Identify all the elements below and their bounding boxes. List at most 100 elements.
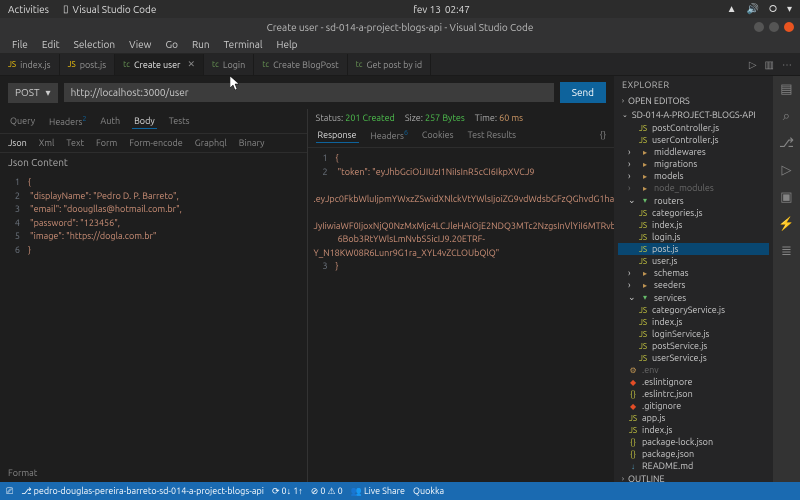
menu-caret-icon[interactable]: ▾ (787, 3, 792, 15)
app-indicator[interactable]: ▯Visual Studio Code (63, 3, 156, 15)
tree-item[interactable]: JScategories.js (618, 207, 769, 219)
reqtab-headers[interactable]: Headers2 (47, 113, 88, 129)
maximize-button[interactable] (769, 22, 779, 32)
volume-icon[interactable]: 🔊 (747, 3, 759, 15)
http-method-select[interactable]: POST▾ (8, 83, 58, 103)
menu-view[interactable]: View (123, 37, 157, 52)
bodytab-xml[interactable]: Xml (39, 138, 55, 148)
tree-item[interactable]: ›▸middlewares (618, 146, 769, 158)
tree-item[interactable]: JSpostController.js (618, 122, 769, 134)
bodytab-form-encode[interactable]: Form-encode (129, 138, 183, 148)
bodytab-form[interactable]: Form (96, 138, 117, 148)
braces-icon[interactable]: {} (600, 130, 606, 140)
tree-item[interactable]: ⚙.env (618, 364, 769, 376)
search-icon[interactable]: ⌕ (783, 109, 790, 124)
tree-item[interactable]: JSindex.js (618, 316, 769, 328)
tab-create-user[interactable]: tcCreate user✕ (115, 54, 204, 75)
tree-item[interactable]: ⌄▾routers (618, 194, 769, 207)
bodytab-binary[interactable]: Binary (239, 138, 265, 148)
send-button[interactable]: Send (560, 82, 606, 103)
menu-file[interactable]: File (6, 37, 34, 52)
thunder-icon[interactable]: ⚡ (778, 217, 794, 232)
tree-item[interactable]: ›▸migrations (618, 158, 769, 170)
menu-selection[interactable]: Selection (68, 37, 121, 52)
files-icon[interactable]: ▤ (780, 82, 792, 97)
bodytab-text[interactable]: Text (66, 138, 84, 148)
power-icon[interactable]: ⭘ (769, 3, 777, 15)
tree-item[interactable]: ›▸models (618, 170, 769, 182)
close-window-button[interactable] (784, 22, 794, 32)
tree-item[interactable]: JSpostService.js (618, 340, 769, 352)
resptab-test-results[interactable]: Test Results (466, 128, 518, 142)
sync-status[interactable]: ⟳ 0↓ 1↑ (272, 486, 303, 497)
folder-icon: ▸ (640, 160, 650, 169)
quokka-status[interactable]: Quokka (413, 486, 444, 496)
tab-login[interactable]: tcLogin (204, 54, 254, 75)
tree-item[interactable]: ↓README.md (618, 460, 769, 472)
tree-item[interactable]: ›▸seeders (618, 279, 769, 291)
js-icon: JS (638, 318, 648, 327)
reqtab-query[interactable]: Query (8, 114, 37, 128)
extensions-icon[interactable]: ▣ (780, 190, 792, 205)
reqtab-auth[interactable]: Auth (98, 114, 122, 128)
debug-icon[interactable]: ▷ (781, 163, 791, 178)
bodytab-graphql[interactable]: Graphql (195, 138, 227, 148)
run-icon[interactable]: ▷ (749, 59, 757, 71)
live-share[interactable]: 👥 Live Share (351, 486, 405, 497)
menu-terminal[interactable]: Terminal (218, 37, 269, 52)
source-control-icon[interactable]: ⎇ (779, 136, 794, 151)
tab-post.js[interactable]: JSpost.js (60, 54, 116, 75)
resptab-response[interactable]: Response (316, 128, 359, 143)
url-input[interactable] (64, 83, 554, 102)
reqtab-body[interactable]: Body (132, 114, 157, 129)
tree-item[interactable]: ›▸schemas (618, 267, 769, 279)
tree-item[interactable]: {}package.json (618, 448, 769, 460)
tree-item[interactable]: JSuser.js (618, 255, 769, 267)
tree-item[interactable]: JSlogin.js (618, 231, 769, 243)
reqtab-tests[interactable]: Tests (167, 114, 192, 128)
tree-item[interactable]: JSloginService.js (618, 328, 769, 340)
tree-item[interactable]: ◆.eslintignore (618, 376, 769, 388)
tree-item[interactable]: ◆.gitignore (618, 400, 769, 412)
resptab-headers[interactable]: Headers6 (369, 127, 410, 143)
network-icon[interactable]: ▲ (727, 3, 737, 15)
split-editor-icon[interactable]: ▥ (765, 59, 774, 71)
activities-label[interactable]: Activities (8, 4, 49, 15)
response-tabs: Response Headers6 Cookies Test Results {} (308, 123, 615, 148)
git-branch[interactable]: ⎇ pedro-douglas-pereira-barreto-sd-014-a… (21, 486, 264, 497)
remote-icon[interactable]: ⎚ (6, 486, 13, 497)
open-editors-section[interactable]: ›OPEN EDITORS (614, 94, 773, 108)
minimize-button[interactable] (754, 22, 764, 32)
tree-item[interactable]: JScategoryService.js (618, 304, 769, 316)
tree-item[interactable]: JSpost.js (618, 243, 769, 255)
bodytab-json[interactable]: Json (8, 138, 27, 148)
menu-edit[interactable]: Edit (36, 37, 66, 52)
tree-item[interactable]: {}.eslintrc.json (618, 388, 769, 400)
menu-go[interactable]: Go (159, 37, 183, 52)
tree-item[interactable]: ›▸node_modules (618, 182, 769, 194)
md-icon: ↓ (628, 462, 638, 471)
tab-create-blogpost[interactable]: tcCreate BlogPost (254, 54, 347, 75)
tree-item[interactable]: ⌄▾services (618, 291, 769, 304)
request-body-editor[interactable]: 1{2 "displayName": "Pedro D. P. Barreto"… (0, 172, 307, 464)
tree-item[interactable]: JSindex.js (618, 219, 769, 231)
tab-index.js[interactable]: JSindex.js (0, 54, 60, 75)
menu-help[interactable]: Help (271, 37, 304, 52)
tree-item[interactable]: JSapp.js (618, 412, 769, 424)
tree-item[interactable]: {}package-lock.json (618, 436, 769, 448)
editor-tabs: JSindex.jsJSpost.jstcCreate user✕tcLogin… (0, 54, 800, 76)
project-section[interactable]: ⌄SD-014-A-PROJECT-BLOGS-API (614, 108, 773, 122)
window-titlebar: Create user - sd-014-a-project-blogs-api… (0, 18, 800, 36)
more-icon[interactable]: ⋯ (782, 59, 792, 71)
menu-run[interactable]: Run (186, 37, 216, 52)
format-button[interactable]: Format (0, 464, 307, 482)
problems-status[interactable]: ⊘ 0 ⚠ 0 (311, 486, 343, 497)
response-body-viewer[interactable]: 1{2 "token": "eyJhbGciOiJIUzI1NiIsInR5cC… (308, 148, 615, 482)
outline-section[interactable]: ›OUTLINE (614, 472, 773, 482)
tab-get-post-by-id[interactable]: tcGet post by id (348, 54, 432, 75)
database-icon[interactable]: ≣ (781, 244, 792, 259)
tree-item[interactable]: JSuserController.js (618, 134, 769, 146)
tree-item[interactable]: JSuserService.js (618, 352, 769, 364)
resptab-cookies[interactable]: Cookies (420, 128, 456, 142)
tree-item[interactable]: JSindex.js (618, 424, 769, 436)
